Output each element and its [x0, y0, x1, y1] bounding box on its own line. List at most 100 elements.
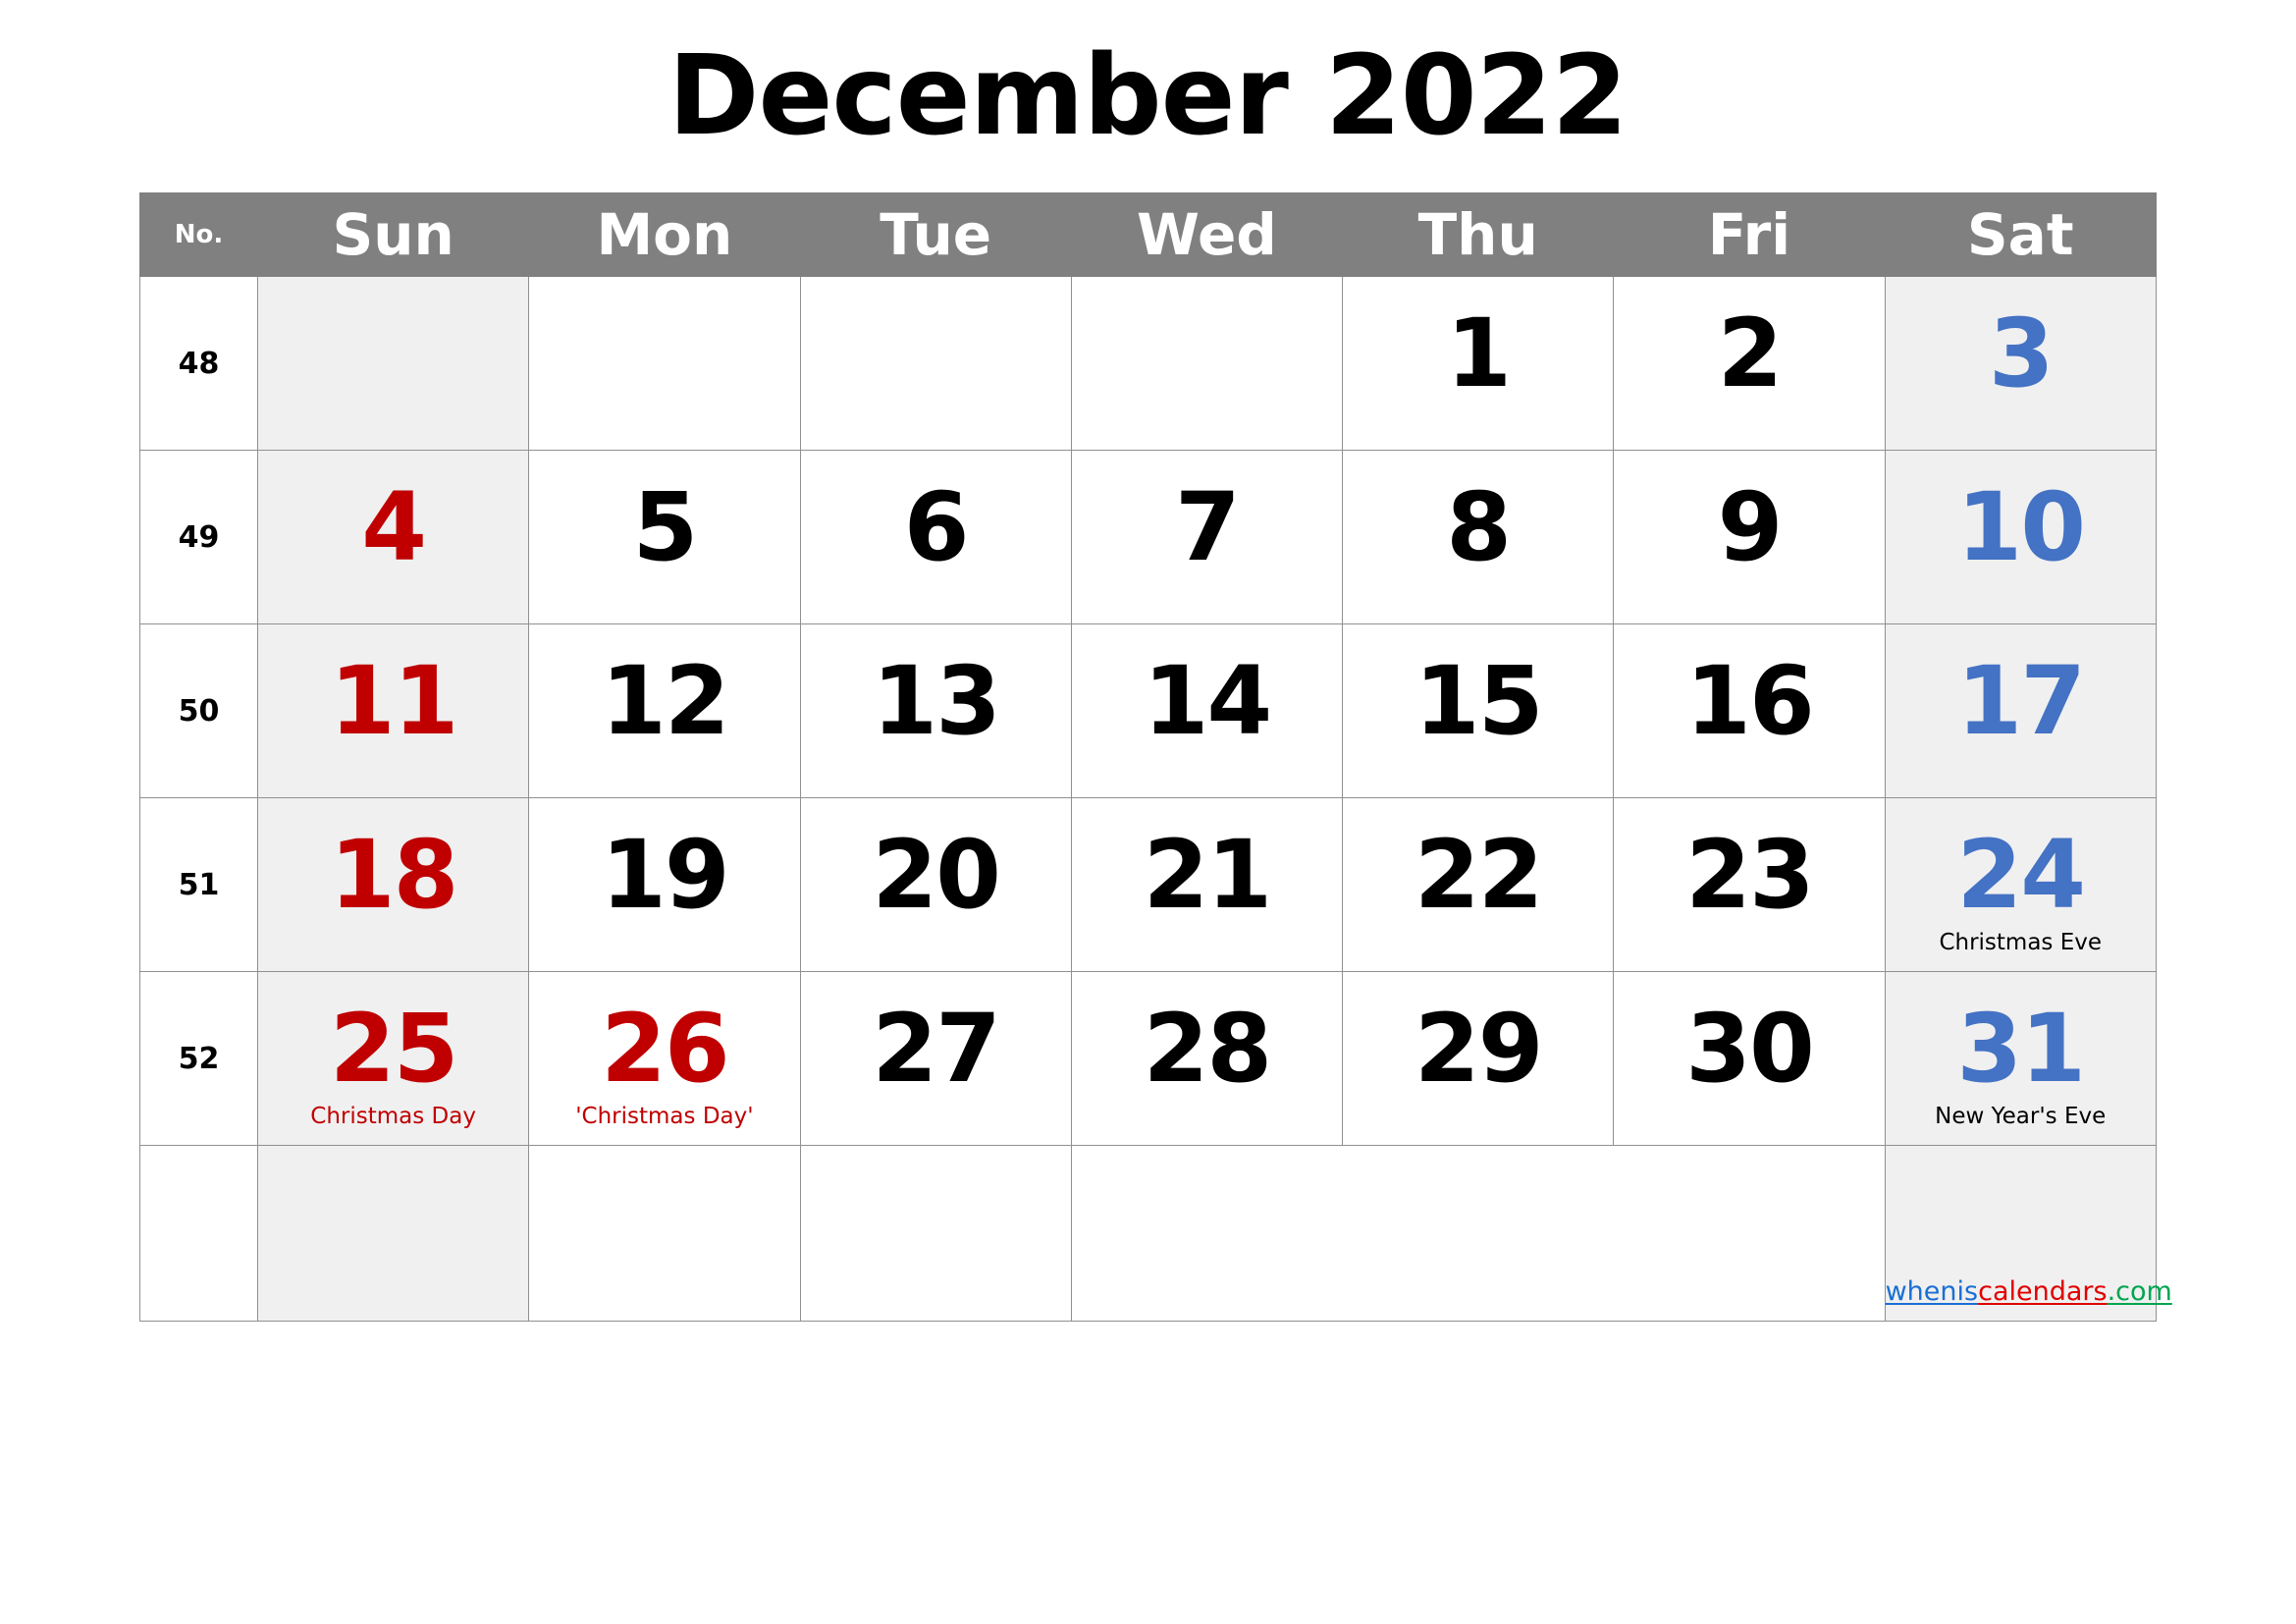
- day-cell-empty: [256, 1145, 530, 1322]
- day-number: 13: [872, 646, 1001, 756]
- holiday-label: Christmas Day: [310, 1104, 476, 1129]
- column-header-mon: Mon: [528, 192, 801, 277]
- week-number-cell: 48: [139, 276, 258, 451]
- day-number: [529, 277, 799, 304]
- day-cell[interactable]: 4: [256, 450, 530, 624]
- day-number: 31: [1956, 994, 2086, 1104]
- day-cell[interactable]: 16: [1613, 623, 1886, 798]
- day-number: 27: [872, 994, 1001, 1104]
- day-of-week-row: No. Sun Mon Tue Wed Thu Fri Sat: [139, 192, 2157, 277]
- day-cell[interactable]: [799, 276, 1072, 451]
- day-number: 17: [1956, 646, 2086, 756]
- day-cell[interactable]: 15: [1342, 623, 1615, 798]
- day-cell[interactable]: 20: [799, 797, 1072, 972]
- day-number: 25: [329, 994, 459, 1104]
- day-cell[interactable]: 31 New Year's Eve: [1884, 971, 2157, 1146]
- week-row: 51 18 19 20 21 22 23 24 Christmas Eve: [139, 797, 2157, 972]
- week-row: 50 11 12 13 14 15 16 17: [139, 623, 2157, 798]
- day-number: 23: [1685, 820, 1815, 930]
- day-number: 3: [1988, 298, 2055, 408]
- day-number: 4: [361, 472, 427, 582]
- holiday-label: New Year's Eve: [1935, 1104, 2107, 1129]
- day-cell[interactable]: 21: [1070, 797, 1344, 972]
- day-cell[interactable]: 8: [1342, 450, 1615, 624]
- day-number: 22: [1414, 820, 1544, 930]
- day-cell[interactable]: 6: [799, 450, 1072, 624]
- holiday-label: 'Christmas Day': [575, 1104, 754, 1129]
- day-number: 2: [1717, 298, 1784, 408]
- day-number: 1: [1446, 298, 1512, 408]
- page-title: December 2022: [667, 32, 1628, 160]
- day-cell[interactable]: 19: [528, 797, 801, 972]
- day-cell[interactable]: 2: [1613, 276, 1886, 451]
- day-cell[interactable]: [528, 276, 801, 451]
- week-number-cell: 50: [139, 623, 258, 798]
- day-number: [801, 277, 1071, 304]
- calendar-table-wrap: No. Sun Mon Tue Wed Thu Fri Sat 48 1 2 3…: [139, 192, 2172, 1322]
- column-header-sun: Sun: [256, 192, 530, 277]
- day-cell[interactable]: 18: [256, 797, 530, 972]
- day-cell[interactable]: 14: [1070, 623, 1344, 798]
- day-cell[interactable]: 28: [1070, 971, 1344, 1146]
- column-header-tue: Tue: [799, 192, 1072, 277]
- day-cell[interactable]: 23: [1613, 797, 1886, 972]
- calendar-header: No. Sun Mon Tue Wed Thu Fri Sat: [139, 192, 2157, 277]
- day-cell[interactable]: 11: [256, 623, 530, 798]
- calendar-page: December 2022 No. Sun Mon Tue Wed Thu Fr…: [0, 0, 2296, 1624]
- day-number: 30: [1685, 994, 1815, 1104]
- day-number: 26: [601, 994, 730, 1104]
- holiday-label: Christmas Eve: [1939, 930, 2103, 955]
- calendar-table: No. Sun Mon Tue Wed Thu Fri Sat 48 1 2 3…: [139, 192, 2172, 1322]
- day-number: 28: [1143, 994, 1273, 1104]
- day-cell[interactable]: 22: [1342, 797, 1615, 972]
- day-number: 29: [1414, 994, 1544, 1104]
- day-cell[interactable]: 1: [1342, 276, 1615, 451]
- day-number: 20: [872, 820, 1001, 930]
- day-number: 5: [632, 472, 699, 582]
- day-number: 14: [1143, 646, 1273, 756]
- week-number-column-header: No.: [139, 192, 258, 277]
- week-row: 48 1 2 3: [139, 276, 2157, 451]
- day-cell[interactable]: 5: [528, 450, 801, 624]
- day-number: 24: [1956, 820, 2086, 930]
- day-cell[interactable]: 27: [799, 971, 1072, 1146]
- day-number: 19: [601, 820, 730, 930]
- trailing-empty-row: wheniscalendars.com: [139, 1145, 2172, 1322]
- day-cell[interactable]: 26 'Christmas Day': [528, 971, 801, 1146]
- day-cell[interactable]: 12: [528, 623, 801, 798]
- day-cell[interactable]: [256, 276, 530, 451]
- day-number: 15: [1414, 646, 1544, 756]
- day-cell[interactable]: 10: [1884, 450, 2157, 624]
- day-number: 21: [1143, 820, 1273, 930]
- column-header-fri: Fri: [1613, 192, 1886, 277]
- day-cell[interactable]: 13: [799, 623, 1072, 798]
- day-cell[interactable]: 25 Christmas Day: [256, 971, 530, 1146]
- week-row: 49 4 5 6 7 8 9 10: [139, 450, 2157, 624]
- day-number: 18: [329, 820, 459, 930]
- week-number-cell: 51: [139, 797, 258, 972]
- footer-link-cell: wheniscalendars.com: [1884, 1145, 2172, 1322]
- website-link-part1: whenis: [1885, 1276, 1979, 1307]
- day-cell[interactable]: 17: [1884, 623, 2157, 798]
- day-cell[interactable]: 9: [1613, 450, 1886, 624]
- day-number: 7: [1175, 472, 1241, 582]
- day-number: 11: [329, 646, 459, 756]
- day-cell[interactable]: 29: [1342, 971, 1615, 1146]
- day-number: [258, 277, 528, 304]
- week-number-cell-empty: [139, 1145, 258, 1322]
- day-number: 6: [903, 472, 970, 582]
- day-cell[interactable]: 30: [1613, 971, 1886, 1146]
- website-link-part2: calendars: [1978, 1276, 2108, 1307]
- day-number: 9: [1717, 472, 1784, 582]
- day-cell[interactable]: 7: [1070, 450, 1344, 624]
- day-cell[interactable]: [1070, 276, 1344, 451]
- day-cell-empty-merged: [1070, 1145, 1886, 1322]
- day-cell-empty: [528, 1145, 801, 1322]
- day-number: 16: [1685, 646, 1815, 756]
- day-cell-empty: [799, 1145, 1072, 1322]
- week-number-cell: 52: [139, 971, 258, 1146]
- column-header-thu: Thu: [1342, 192, 1615, 277]
- day-cell[interactable]: 24 Christmas Eve: [1884, 797, 2157, 972]
- website-link[interactable]: wheniscalendars.com: [1886, 1277, 2172, 1307]
- day-cell[interactable]: 3: [1884, 276, 2157, 451]
